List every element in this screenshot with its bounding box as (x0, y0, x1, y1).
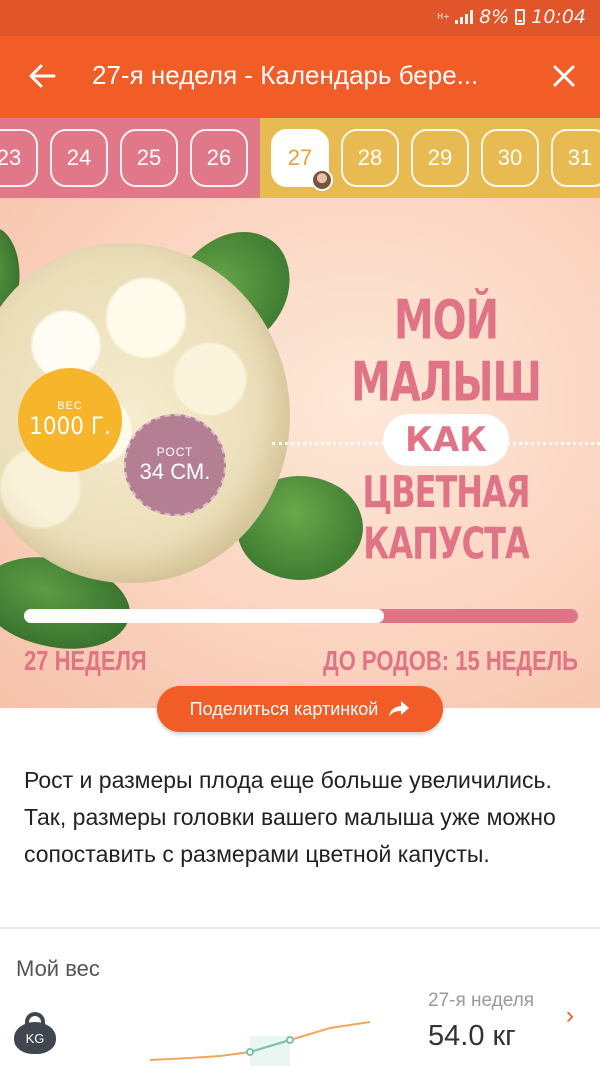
weight-point (286, 1036, 294, 1044)
avatar (311, 169, 333, 191)
weight-badge-label: ВЕС (57, 400, 83, 412)
status-indicators: H+ 8% 10:04 (437, 6, 586, 28)
headline-line-2: ЦВЕТНАЯ КАПУСТА (362, 466, 531, 570)
network-type: H+ (437, 12, 450, 21)
kg-icon-label: KG (14, 1022, 56, 1054)
height-badge-label: РОСТ (156, 445, 194, 459)
current-week-number: 27 (287, 145, 313, 170)
close-icon (553, 65, 575, 87)
clock: 10:04 (531, 6, 586, 28)
week-hero-image: ВЕС 1000 Г. РОСТ 34 СМ. МОЙ МАЛЫШ КАК ЦВ… (0, 198, 600, 708)
weight-badge: ВЕС 1000 Г. (18, 368, 122, 472)
weight-badge-value: 1000 Г. (29, 412, 111, 440)
kak-row: КАК (272, 414, 600, 474)
current-week-label: 27 НЕДЕЛЯ (24, 644, 147, 676)
battery-percent: 8% (479, 6, 510, 28)
week-pill-24[interactable]: 24 (50, 129, 108, 187)
weight-week-caption: 27-я неделя (428, 990, 535, 1011)
chevron-right-icon[interactable]: › (566, 1002, 574, 1030)
close-button[interactable] (544, 56, 584, 96)
progress-fill (24, 609, 385, 623)
height-badge: РОСТ 34 СМ. (124, 414, 226, 516)
week-pill-27-current[interactable]: 27 (271, 129, 333, 191)
divider (0, 927, 600, 929)
height-badge-value: 34 СМ. (139, 459, 211, 484)
share-button-label: Поделиться картинкой (189, 698, 379, 719)
arrow-left-icon (29, 64, 56, 88)
week-pill-26[interactable]: 26 (190, 129, 248, 187)
week-pill-28[interactable]: 28 (341, 129, 399, 187)
back-button[interactable] (22, 56, 62, 96)
week-selector: 23 24 25 26 27 28 29 30 31 (0, 118, 600, 198)
week-description: Рост и размеры плода еще больше увеличил… (24, 767, 556, 867)
weight-point (246, 1048, 254, 1056)
app-bar: 27-я неделя - Календарь бере... (0, 36, 600, 118)
weight-value: 54.0 кг (428, 1020, 516, 1052)
week-pill-31[interactable]: 31 (551, 129, 600, 187)
signal-icon (455, 10, 474, 24)
status-bar: H+ 8% 10:04 (0, 0, 600, 36)
my-weight-title: Мой вес (16, 956, 100, 981)
share-arrow-icon (389, 701, 410, 717)
kettlebell-icon: KG (14, 1012, 56, 1054)
fruit-comparison-headline: МОЙ МАЛЫШ КАК ЦВЕТНАЯ КАПУСТА (272, 290, 600, 569)
week-pill-30[interactable]: 30 (481, 129, 539, 187)
pregnancy-progress-bar (24, 609, 578, 623)
week-pill-29[interactable]: 29 (411, 129, 469, 187)
week-pill-25[interactable]: 25 (120, 129, 178, 187)
battery-icon (515, 9, 526, 25)
week-pill-23[interactable]: 23 (0, 129, 38, 187)
headline-kak: КАК (383, 414, 509, 466)
page-title: 27-я неделя - Календарь бере... (92, 60, 479, 90)
weight-mini-chart[interactable] (140, 1010, 380, 1066)
share-picture-button[interactable]: Поделиться картинкой (157, 686, 443, 732)
weeks-to-birth-label: ДО РОДОВ: 15 НЕДЕЛЬ (323, 644, 578, 676)
headline-line-1: МОЙ МАЛЫШ (351, 289, 542, 415)
